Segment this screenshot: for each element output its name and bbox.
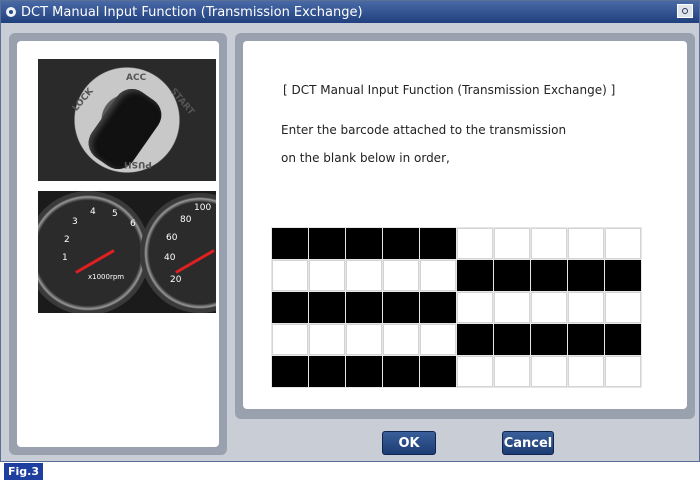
ignition-key-image: LOCK ACC START PUSH [38,59,216,181]
tach-number: 4 [90,207,96,217]
barcode-cell[interactable] [605,292,641,323]
key-label-lock: LOCK [70,86,96,114]
barcode-cell[interactable] [494,324,530,355]
barcode-cell[interactable] [309,260,345,291]
left-panel-inner: LOCK ACC START PUSH 1 2 3 4 5 6 x1000rpm… [17,41,219,447]
barcode-cell[interactable] [272,228,308,259]
barcode-cell[interactable] [420,228,456,259]
speed-number: 40 [164,253,176,263]
barcode-cell[interactable] [346,228,382,259]
barcode-cell[interactable] [568,324,604,355]
right-panel-inner: [ DCT Manual Input Function (Transmissio… [243,41,687,409]
barcode-cell[interactable] [457,292,493,323]
cancel-button[interactable]: Cancel [502,431,554,455]
page-heading: [ DCT Manual Input Function (Transmissio… [283,83,616,97]
barcode-cell[interactable] [494,356,530,387]
barcode-cell[interactable] [272,292,308,323]
barcode-cell[interactable] [346,324,382,355]
barcode-cell[interactable] [420,324,456,355]
barcode-cell[interactable] [568,292,604,323]
key-label-acc: ACC [126,73,147,83]
speed-number: 100 [194,203,212,213]
barcode-cell[interactable] [383,356,419,387]
barcode-cell[interactable] [346,260,382,291]
barcode-cell[interactable] [272,260,308,291]
barcode-cell[interactable] [531,292,567,323]
barcode-cell[interactable] [568,260,604,291]
left-panel: LOCK ACC START PUSH 1 2 3 4 5 6 x1000rpm… [9,33,227,455]
tach-unit: x1000rpm [88,273,125,281]
barcode-cell[interactable] [494,228,530,259]
barcode-cell[interactable] [420,292,456,323]
barcode-cell[interactable] [457,324,493,355]
barcode-cell[interactable] [457,228,493,259]
barcode-cell[interactable] [383,228,419,259]
speed-number: 80 [180,215,192,225]
barcode-cell[interactable] [309,356,345,387]
barcode-cell[interactable] [420,260,456,291]
title-bar[interactable]: DCT Manual Input Function (Transmission … [1,1,699,23]
barcode-cell[interactable] [457,260,493,291]
tach-number: 5 [112,209,118,219]
barcode-grid[interactable] [271,227,642,388]
barcode-cell[interactable] [605,260,641,291]
camera-icon[interactable] [677,4,693,18]
tach-number: 2 [64,235,70,245]
barcode-cell[interactable] [383,324,419,355]
barcode-cell[interactable] [494,260,530,291]
barcode-cell[interactable] [383,260,419,291]
instruction-line-2: on the blank below in order, [281,151,450,165]
tach-number: 6 [130,219,136,229]
barcode-cell[interactable] [346,356,382,387]
circle-icon [6,7,16,17]
figure-label: Fig.3 [4,463,43,480]
barcode-cell[interactable] [568,356,604,387]
barcode-cell[interactable] [383,292,419,323]
instruction-line-1: Enter the barcode attached to the transm… [281,123,567,137]
right-panel: [ DCT Manual Input Function (Transmissio… [235,33,695,419]
barcode-cell[interactable] [420,356,456,387]
ok-button[interactable]: OK [382,431,436,455]
tach-number: 1 [62,253,68,263]
instrument-cluster-image: 1 2 3 4 5 6 x1000rpm 20 40 60 80 100 [38,191,216,313]
speed-number: 20 [170,275,182,285]
barcode-cell[interactable] [309,292,345,323]
key-label-push: PUSH [124,159,152,169]
barcode-cell[interactable] [494,292,530,323]
barcode-cell[interactable] [309,324,345,355]
barcode-cell[interactable] [272,324,308,355]
barcode-cell[interactable] [346,292,382,323]
barcode-cell[interactable] [531,260,567,291]
barcode-cell[interactable] [605,228,641,259]
speed-number: 60 [166,233,178,243]
window-title: DCT Manual Input Function (Transmission … [21,4,363,20]
barcode-cell[interactable] [605,324,641,355]
barcode-cell[interactable] [531,228,567,259]
key-label-start: START [167,86,196,118]
dialog-window: DCT Manual Input Function (Transmission … [0,0,700,462]
barcode-cell[interactable] [272,356,308,387]
barcode-cell[interactable] [457,356,493,387]
tach-number: 3 [72,217,78,227]
barcode-cell[interactable] [531,324,567,355]
barcode-cell[interactable] [309,228,345,259]
barcode-cell[interactable] [605,356,641,387]
barcode-cell[interactable] [531,356,567,387]
barcode-cell[interactable] [568,228,604,259]
